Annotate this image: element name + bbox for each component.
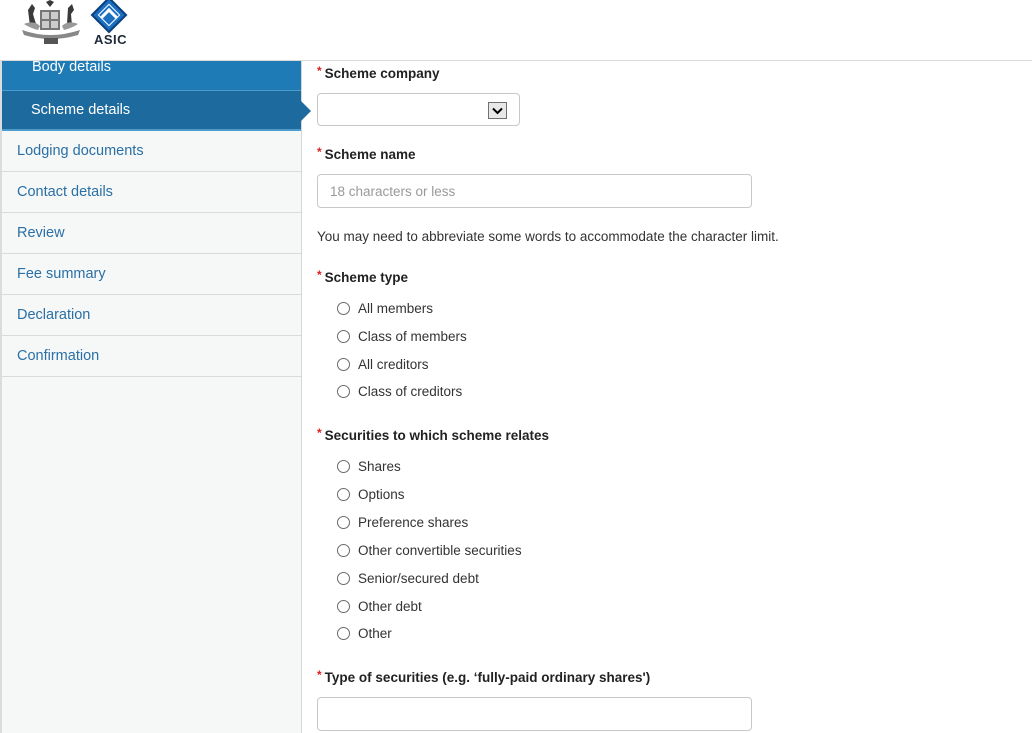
radio-button[interactable] [337,487,350,501]
radio-button[interactable] [337,329,350,343]
asic-logo-text: ASIC [94,32,128,47]
scheme-type-label: * Scheme type [317,268,408,285]
scheme-type-option-class-of-members[interactable]: Class of members [337,326,467,346]
radio-button[interactable] [337,357,350,371]
nav-item-scheme-details[interactable]: Scheme details [2,91,311,131]
type-of-securities-input[interactable] [317,697,752,731]
nav-item-label: Fee summary [17,266,106,282]
required-marker: * [317,145,322,159]
site-header: ASIC [0,0,1032,61]
nav-item-label: Review [17,225,65,241]
asic-logo: ASIC [90,0,132,50]
scheme-name-label: * Scheme name [317,145,416,162]
scheme-name-input[interactable] [317,174,752,208]
nav-item-label: Scheme details [31,102,131,118]
nav-item-fee-summary[interactable]: Fee summary [2,254,301,295]
character-limit-help-text: You may need to abbreviate some words to… [317,229,779,244]
required-marker: * [317,668,322,682]
scheme-type-option-class-of-creditors[interactable]: Class of creditors [337,381,462,401]
radio-button[interactable] [337,459,350,473]
chevron-down-icon[interactable] [488,102,507,119]
securities-option-shares[interactable]: Shares [337,456,401,476]
securities-option-senior-secured-debt[interactable]: Senior/secured debt [337,568,479,588]
radio-button[interactable] [337,543,350,557]
nav-item-label: Confirmation [17,348,100,364]
securities-option-other[interactable]: Other [337,623,392,643]
scheme-type-option-all-creditors[interactable]: All creditors [337,354,429,374]
step-navigation: Body details Scheme details Lodging docu… [0,59,311,733]
securities-option-preference-shares[interactable]: Preference shares [337,512,468,532]
radio-button[interactable] [337,515,350,529]
scheme-company-label: * Scheme company [317,64,440,81]
asic-diamond-icon [90,0,128,34]
securities-option-other-debt[interactable]: Other debt [337,596,422,616]
scheme-type-option-all-members[interactable]: All members [337,298,433,318]
nav-item-lodging-documents[interactable]: Lodging documents [2,131,301,172]
coat-of-arms-logo [22,0,80,44]
active-pointer-icon [301,101,311,121]
radio-button[interactable] [337,384,350,398]
scheme-company-select[interactable] [317,93,520,126]
type-of-securities-label: * Type of securities (e.g. ‘fully-paid or… [317,668,651,685]
nav-item-label: Body details [32,59,111,75]
nav-item-label: Lodging documents [17,143,144,159]
securities-option-other-convertible[interactable]: Other convertible securities [337,540,522,560]
nav-item-contact-details[interactable]: Contact details [2,172,301,213]
radio-button[interactable] [337,301,350,315]
nav-item-label: Contact details [17,184,113,200]
securities-option-options[interactable]: Options [337,484,405,504]
radio-button[interactable] [337,626,350,640]
nav-item-body-details[interactable]: Body details [2,59,301,91]
radio-button[interactable] [337,599,350,613]
required-marker: * [317,426,322,440]
radio-button[interactable] [337,571,350,585]
nav-item-declaration[interactable]: Declaration [2,295,301,336]
securities-label: * Securities to which scheme relates [317,426,550,443]
required-marker: * [317,64,322,78]
nav-item-label: Declaration [17,307,91,323]
nav-item-confirmation[interactable]: Confirmation [2,336,301,377]
required-marker: * [317,268,322,282]
nav-item-review[interactable]: Review [2,213,301,254]
